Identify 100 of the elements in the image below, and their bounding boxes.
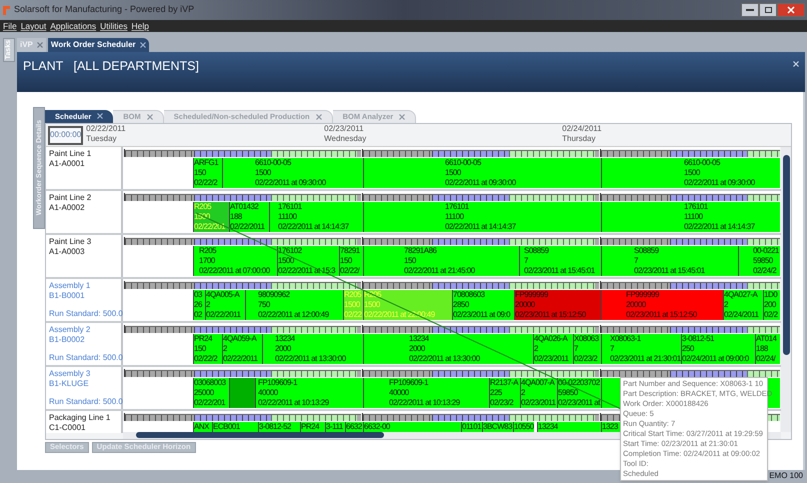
- resource-cell[interactable]: Assembly 3 B1-KLUGE Run Standard: 500.0: [46, 366, 123, 409]
- work-order-block[interactable]: 3-0812-51 250 02/24/2011 at 09:00:0: [681, 334, 755, 364]
- work-order-block[interactable]: 78291 150 02/22/: [339, 246, 363, 276]
- resource-cell[interactable]: Assembly 1 B1-B0001 Run Standard: 500.0: [46, 278, 123, 321]
- work-order-block[interactable]: 6610-00-05 1500 02/22/2011 at 09:30:00: [222, 158, 363, 188]
- resource-cell[interactable]: Paint Line 1 A1-A0001: [46, 146, 123, 189]
- work-order-block[interactable]: 3BCW83: [482, 422, 513, 433]
- work-order-block[interactable]: ANX: [193, 422, 212, 433]
- block-text: 20000: [626, 300, 646, 310]
- work-order-block[interactable]: 13234 2000 02/22/2011 at 13:30:00: [262, 334, 363, 364]
- block-text: 6610-00-05: [445, 158, 481, 168]
- block-text: 1500: [255, 168, 271, 178]
- block-text: 02/24/2: [753, 266, 776, 276]
- work-order-block[interactable]: X08063 7 02/23/2: [573, 334, 601, 364]
- block-text: 7: [634, 256, 638, 266]
- document-tab[interactable]: Work Order Scheduler: [48, 38, 149, 52]
- resource-cell[interactable]: Paint Line 3 A1-A0003: [46, 234, 123, 277]
- block-text: 150: [404, 256, 416, 266]
- block-text: 6610-00-05: [684, 158, 720, 168]
- work-order-block[interactable]: 6610-00-05 1500 02/22/2011 at 09:30:00: [363, 158, 601, 188]
- menu-item[interactable]: Applications: [50, 20, 96, 32]
- block-text: ARFG1: [194, 158, 218, 168]
- work-order-block[interactable]: 4QA007-A 2 02/23/2011: [520, 378, 557, 408]
- work-order-block[interactable]: 4QA026-A 2 02/23/2011: [533, 334, 573, 364]
- work-order-block[interactable]: 176101 11100 02/22/2011 at 14:14:37: [269, 202, 363, 232]
- work-order-block[interactable]: FP109609-1 40000 02/22/2011 at 10:13:29: [363, 378, 489, 408]
- block-text: 59850: [753, 256, 773, 266]
- work-order-block[interactable]: R205 1700 02/22/2011 at 07:00:00: [193, 246, 277, 276]
- menu-item[interactable]: Utilities: [100, 20, 128, 32]
- run-standard: Run Standard: 500.0: [49, 352, 123, 363]
- block-text: R205: [194, 202, 212, 212]
- work-order-block[interactable]: 176102 1500 02/22/2011 at 15:3: [277, 246, 339, 276]
- work-order-block[interactable]: 00-0221 59850 02/24/2: [738, 246, 780, 276]
- work-order-block[interactable]: FP999999 20000 02/23/2011 at 15:12:50: [514, 290, 601, 320]
- menu-item[interactable]: Help: [131, 20, 149, 32]
- block-text: 1500: [684, 168, 700, 178]
- day-date: 02/24/2011: [562, 124, 602, 134]
- work-order-block[interactable]: 176101 11100 02/22/2011 at 14:14:37: [363, 202, 601, 232]
- block-text: 4QA059-A: [223, 334, 256, 344]
- work-order-block[interactable]: X08063-1 7 02/23/2011 at 21:30:01: [601, 334, 681, 364]
- resource-cell[interactable]: Packaging Line 1 C1-C0001: [46, 410, 123, 433]
- work-order-block[interactable]: 6632-00: [363, 422, 461, 433]
- work-order-block[interactable]: 98090962 750 02/22/2011 at 12:00:49: [245, 290, 343, 320]
- block-text: 78291: [340, 246, 360, 256]
- work-order-block[interactable]: 6610-00-05 1500 02/22/2011 at 09:30:00: [601, 158, 780, 188]
- day-date: 02/22/2011: [86, 124, 126, 134]
- block-text: FP109609-1: [258, 378, 298, 388]
- block-text: 4QA026-A: [534, 334, 568, 344]
- block-text: 02/23/2: [574, 354, 598, 364]
- work-order-block[interactable]: FP999999 20000 02/23/2011 at 15:12:50: [601, 290, 723, 320]
- time-field[interactable]: 00:00:00: [48, 126, 84, 145]
- block-text: 02/23/2011: [534, 354, 568, 364]
- work-order-block[interactable]: ARFG1 150 02/22/2: [193, 158, 222, 188]
- block-text: 02/23/2011 at 15:45:01: [524, 266, 595, 276]
- block-text: 02/23/2011 at 21:30:01: [610, 354, 681, 364]
- work-order-block[interactable]: 03 26 02: [193, 290, 205, 320]
- work-order-block[interactable]: 4QA027-A 2 02/24/2011: [723, 290, 763, 320]
- work-order-block[interactable]: 176101 11100 02/22/2011 at 14:14:37: [601, 202, 780, 232]
- block-text: 78291A86: [404, 246, 436, 256]
- block-text: 40000: [258, 388, 278, 398]
- block-text: 02/22/: [340, 266, 360, 276]
- work-order-block[interactable]: 13234 2000 02/22/2011 at 13:30:00: [363, 334, 533, 364]
- block-text: 02/22/2: [194, 178, 218, 188]
- resource-name: Assembly 3: [49, 368, 90, 379]
- menu-item[interactable]: File: [3, 20, 17, 32]
- work-order-block[interactable]: 03068003 25000 02/22/201: [193, 378, 229, 408]
- work-order-block[interactable]: AT01432 188 02/22/2011: [229, 202, 269, 232]
- work-order-block[interactable]: 13234: [537, 422, 601, 433]
- block-text: 02/22/2011 at 14:14:37: [684, 222, 755, 232]
- work-order-block[interactable]: 4QA059-A 2 02/22/2011: [222, 334, 262, 364]
- work-order-block[interactable]: AT014 188 02/24/: [755, 334, 780, 364]
- work-order-block[interactable]: PR24: [300, 422, 325, 433]
- block-text: 02/22/2011 at 13:30:00: [275, 354, 346, 364]
- resource-cell[interactable]: Assembly 2 B1-B0002 Run Standard: 500.0: [46, 322, 123, 365]
- work-order-block[interactable]: 10550: [513, 422, 534, 433]
- work-order-block[interactable]: 4QA005-A 2 02/22/2011: [205, 290, 245, 320]
- block-text: X08063-1: [610, 334, 641, 344]
- work-order-block[interactable]: 01101: [461, 422, 482, 433]
- work-order-block[interactable]: R2137-A 225 02/23/2: [489, 378, 520, 408]
- menu-item[interactable]: Layout: [20, 20, 46, 32]
- resource-cell[interactable]: Paint Line 2 A1-A0002: [46, 190, 123, 233]
- work-order-block[interactable]: 70808603 2850 02/23/2011 at 09:0: [452, 290, 514, 320]
- work-order-block[interactable]: 6632: [345, 422, 363, 433]
- block-text: 150: [340, 256, 352, 266]
- run-standard: Run Standard: 500.0: [49, 308, 123, 319]
- work-order-block[interactable]: 00-02203702 59850 02/23/2011 at: [557, 378, 601, 408]
- resource-name: Assembly 1: [49, 280, 90, 291]
- work-order-block[interactable]: 3-0812-52: [258, 422, 300, 433]
- block-text: 2000: [275, 344, 291, 354]
- work-order-block[interactable]: 78291A86 150 02/22/2011 at 21:45:00: [363, 246, 519, 276]
- block-text: 25000: [194, 388, 214, 398]
- work-order-block[interactable]: FP109609-1 40000 02/22/2011 at 10:13:29: [255, 378, 363, 408]
- work-order-block[interactable]: PR24 150 02/22/2: [193, 334, 222, 364]
- block-text: 7: [524, 256, 528, 266]
- work-order-block[interactable]: S08859 7 02/23/2011 at 15:45:01: [601, 246, 738, 276]
- work-order-block[interactable]: S08859 7 02/23/2011 at 15:45:01: [519, 246, 601, 276]
- block-text: FP999999: [515, 290, 548, 300]
- work-order-block[interactable]: 1D0 200 02/2: [763, 290, 780, 320]
- resource-code: C1-C0001: [49, 422, 86, 433]
- work-order-block[interactable]: ECB001: [212, 422, 258, 433]
